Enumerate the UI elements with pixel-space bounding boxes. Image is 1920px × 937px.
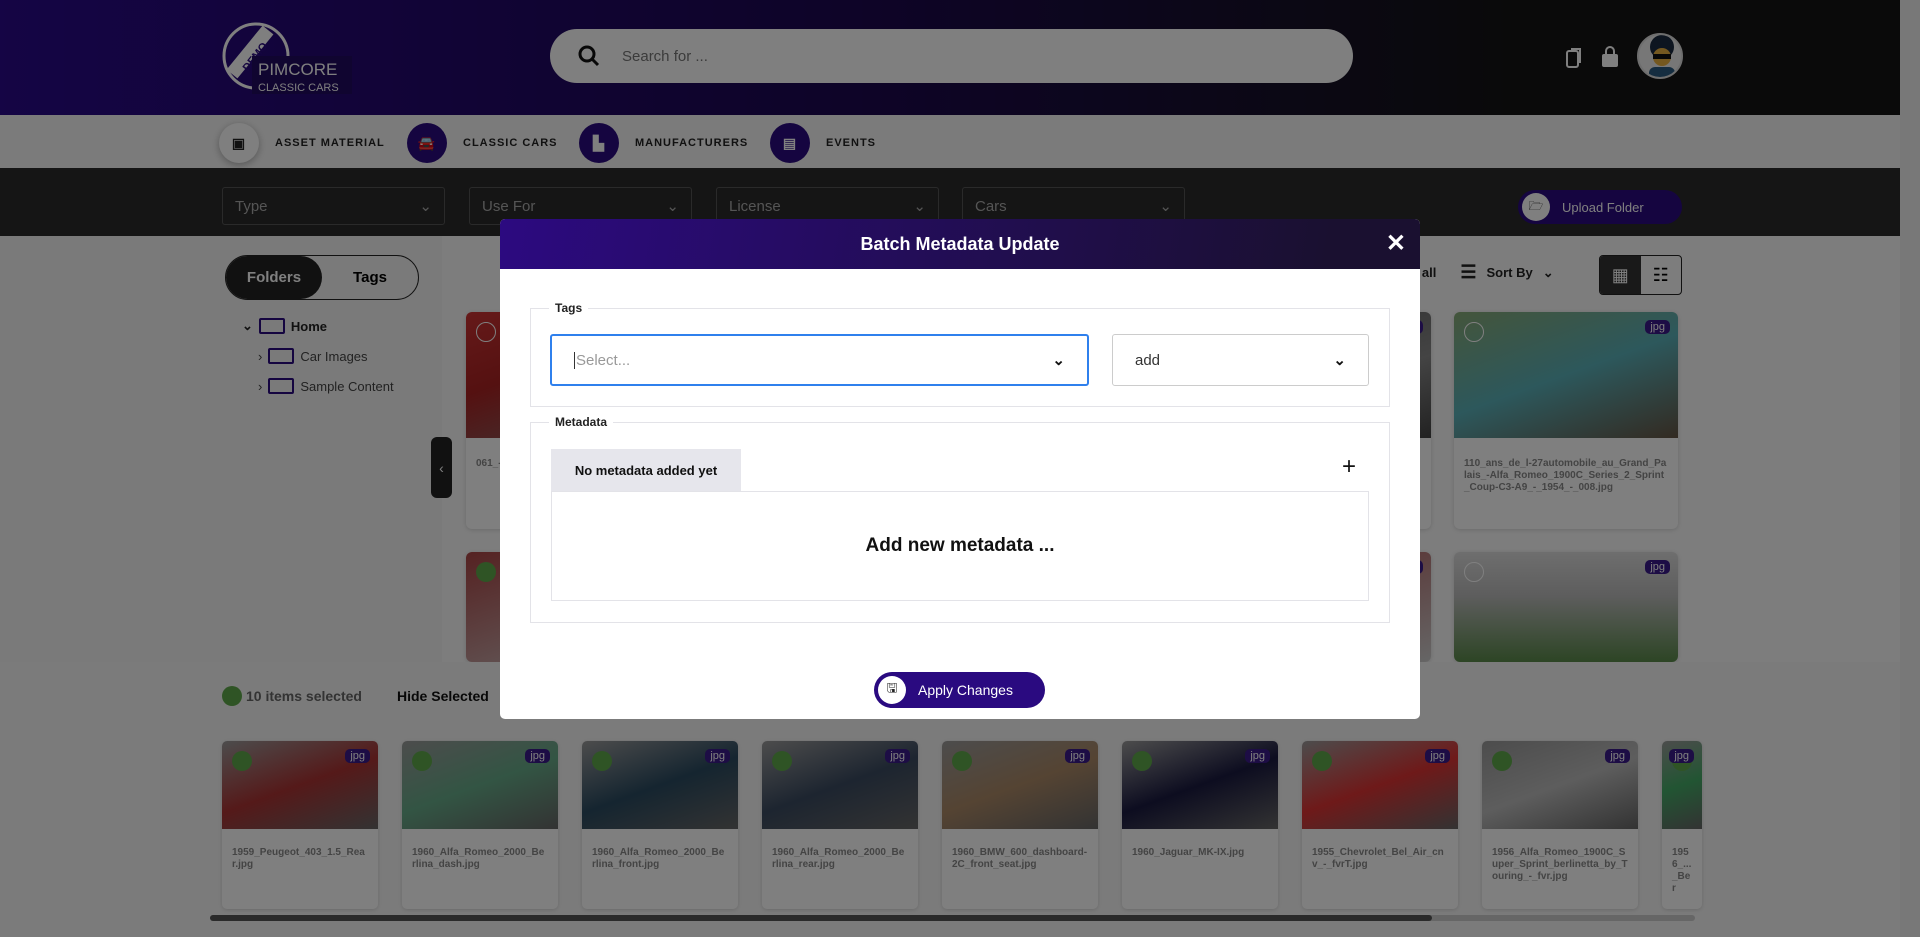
tags-select[interactable]: Select... ⌄: [550, 334, 1089, 386]
chevron-down-icon: ⌄: [1333, 352, 1346, 369]
close-icon[interactable]: ✕: [1386, 229, 1406, 258]
apply-changes-button[interactable]: 🖫 Apply Changes: [874, 672, 1045, 708]
modal-title: Batch Metadata Update: [860, 233, 1060, 254]
metadata-panel[interactable]: Add new metadata ...: [551, 491, 1369, 601]
metadata-tab[interactable]: No metadata added yet: [551, 449, 741, 491]
tags-legend: Tags: [555, 301, 583, 315]
apply-label: Apply Changes: [918, 682, 1013, 698]
modal-header: Batch Metadata Update ✕: [500, 219, 1420, 269]
tag-mode-select[interactable]: add ⌄: [1112, 334, 1369, 386]
metadata-legend: Metadata: [555, 415, 608, 429]
chevron-down-icon: ⌄: [1052, 352, 1065, 369]
batch-metadata-modal: Batch Metadata Update ✕ Tags Select... ⌄ …: [500, 219, 1420, 719]
add-metadata-plus-icon[interactable]: +: [1342, 453, 1356, 481]
save-icon: 🖫: [878, 676, 906, 704]
